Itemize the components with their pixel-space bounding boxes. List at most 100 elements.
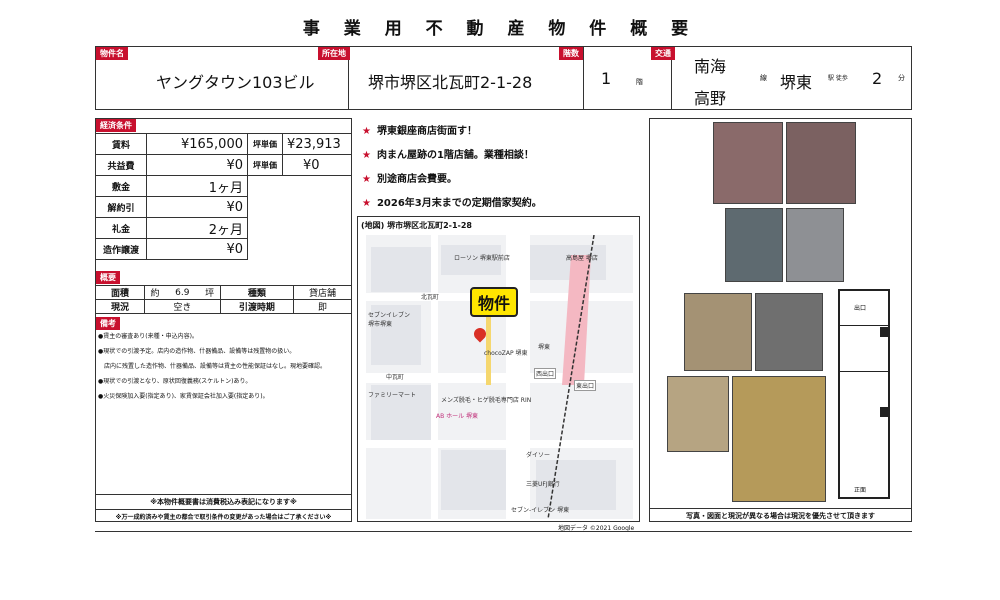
type-value: 貸店舗 xyxy=(292,285,353,300)
tsubo-label-1: 坪単価 xyxy=(247,133,283,155)
highlight-item: ★ 2026年3月末までの定期借家契約。 xyxy=(362,198,542,209)
map-place-label: 中瓦町 xyxy=(386,374,405,381)
area-prefix: 約 xyxy=(144,285,165,300)
star-icon: ★ xyxy=(362,198,371,209)
plan-wall xyxy=(840,325,888,326)
front-label: 正面 xyxy=(854,487,867,494)
area-unit: 坪 xyxy=(199,285,221,300)
walk-minutes: 2 xyxy=(872,69,883,88)
area-value: 6.9 xyxy=(165,285,200,300)
overview-section-label: 概要 xyxy=(96,271,120,284)
divider xyxy=(96,494,351,495)
highlights-list: ★ 堺東銀座商店街面す！ ★ 肉まん屋跡の1階店舗。業種相談！ ★ 別途商店会費要。 … xyxy=(362,122,642,218)
status-value: 空き xyxy=(144,299,221,314)
arcade-photo xyxy=(732,376,826,502)
map-place-label: セブン-イレブン 堺東 xyxy=(511,507,570,514)
tsubo-label-2: 坪単価 xyxy=(247,154,283,176)
map-place-label: 高島屋 堺店 xyxy=(566,255,598,262)
handover-value: 即 xyxy=(292,299,353,314)
star-icon: ★ xyxy=(362,174,371,185)
deposit-label: 敷金 xyxy=(95,175,147,197)
property-name-label: 物件名 xyxy=(96,47,128,60)
map-place-label: ダイソー xyxy=(526,452,551,459)
minute-unit: 分 xyxy=(898,74,905,82)
map-panel: (地図) 堺市堺区北瓦町2-1-28 ローソン 堺東駅前店 高島屋 堺店 北瓦町… xyxy=(357,216,640,522)
station-unit: 駅 徒歩 xyxy=(828,75,848,82)
map-place-label: ファミリーマート xyxy=(368,392,417,399)
rent-label: 賃料 xyxy=(95,133,147,155)
property-marker-callout[interactable]: 物件 xyxy=(470,287,519,317)
line-name-2: 高野 xyxy=(694,89,727,108)
divider xyxy=(650,508,911,509)
fixture-transfer-value: ¥0 xyxy=(146,238,248,260)
floor-unit: 階 xyxy=(636,78,643,86)
photos-caption: 写真・図面と現況が異なる場合は現況を優先させて頂きます xyxy=(686,512,875,520)
change-note: ※万一成約済みや賃主の都合で取引条件の変更があった場合はご了承ください※ xyxy=(115,514,332,521)
deposit-value: 1ヶ月 xyxy=(146,175,248,197)
floor-label: 階数 xyxy=(559,47,583,60)
remark-line: ●賃主の審査あり(来種・申込内容)。 xyxy=(98,333,198,340)
common-fee-value: ¥0 xyxy=(146,154,248,176)
map-place-label: 堺東 xyxy=(538,344,551,351)
map-place-label: AB ホール 堺東 xyxy=(436,413,479,420)
entrance-label: 出口 xyxy=(854,305,867,312)
divider xyxy=(583,47,584,109)
map-place-label: 三菱UFJ銀行 xyxy=(526,481,560,488)
map-graphic xyxy=(366,235,633,519)
key-money-label: 礼金 xyxy=(95,217,147,239)
highlight-item: ★ 堺東銀座商店街面す！ xyxy=(362,126,477,137)
star-icon: ★ xyxy=(362,150,371,161)
remark-line: ●現状での引渡となり、原状回復義務(スケルトン)あり。 xyxy=(98,378,252,385)
handover-label: 引渡時期 xyxy=(219,299,294,314)
common-fee-label: 共益費 xyxy=(95,154,147,176)
remark-line: 店内に残置した造作物、什器備品、設備等は賃主の性能保証はなし。現地要確認。 xyxy=(98,363,327,370)
interior-photo xyxy=(725,208,783,282)
map-image[interactable]: ローソン 堺東駅前店 高島屋 堺店 北瓦町 セブンイレブン 堺市堺東 choco… xyxy=(366,235,633,519)
map-place-label: 東出口 xyxy=(574,380,597,391)
map-place-label: ローソン 堺東駅前店 xyxy=(454,255,510,262)
tsubo-value-2: ¥0 xyxy=(282,154,352,176)
interior-photo xyxy=(667,376,729,452)
interior-photo xyxy=(755,293,823,371)
highlight-item: ★ 肉まん屋跡の1階店舗。業種相談！ xyxy=(362,150,534,161)
transport-label: 交通 xyxy=(651,47,675,60)
storefront-photo xyxy=(713,122,783,204)
conditions-table: 賃料 ¥165,000 坪単価 ¥23,913 共益費 ¥0 坪単価 ¥0 敷金… xyxy=(95,133,352,260)
plan-column xyxy=(880,327,888,337)
remark-line: ●火災保険加入要(指定あり)、家賃保証会社加入要(指定あり)。 xyxy=(98,393,269,400)
floor-plan: 出口 正面 xyxy=(838,289,890,499)
plan-wall xyxy=(840,371,888,372)
fixture-transfer-label: 造作譲渡 xyxy=(95,238,147,260)
tsubo-value-1: ¥23,913 xyxy=(282,133,352,155)
area-label: 面積 xyxy=(95,285,145,300)
rent-value: ¥165,000 xyxy=(146,133,248,155)
location-value: 堺市堺区北瓦町2-1-28 xyxy=(368,73,533,92)
location-label: 所在地 xyxy=(318,47,350,60)
star-icon: ★ xyxy=(362,126,371,137)
bottom-rule xyxy=(95,531,912,532)
storefront-photo xyxy=(786,122,856,204)
interior-photo xyxy=(684,293,752,371)
cancellation-value: ¥0 xyxy=(146,196,248,218)
divider xyxy=(96,509,351,510)
header-row: 物件名 ヤングタウン103ビル 所在地 堺市堺区北瓦町2-1-28 階数 1 階… xyxy=(95,46,912,110)
station-name: 堺東 xyxy=(780,73,813,92)
page-title: 事 業 用 不 動 産 物 件 概 要 xyxy=(302,19,698,39)
plan-column xyxy=(880,407,888,417)
map-place-label: chocoZAP 堺東 xyxy=(484,350,528,357)
type-label: 種類 xyxy=(219,285,294,300)
property-name: ヤングタウン103ビル xyxy=(156,73,315,92)
remarks-list: ●賃主の審査あり(来種・申込内容)。 ●現状での引渡予定。店内の造作物、什器備品… xyxy=(98,329,348,404)
map-place-label: メンズ脱毛・ヒゲ脱毛専門店 RIN xyxy=(441,397,532,404)
map-place-label: セブンイレブン 堺市堺東 xyxy=(368,312,411,328)
photos-panel: 出口 正面 写真・図面と現況が異なる場合は現況を優先させて頂きます xyxy=(649,118,912,522)
left-panel: 経済条件 賃料 ¥165,000 坪単価 ¥23,913 共益費 ¥0 坪単価 … xyxy=(95,118,353,522)
status-label: 現況 xyxy=(95,299,145,314)
map-place-label: 北瓦町 xyxy=(421,294,440,301)
floor-value: 1 xyxy=(601,69,612,88)
line-name-1: 南海 xyxy=(694,57,727,76)
overview-table: 面積 約 6.9 坪 種類 貸店舗 現況 空き 引渡時期 即 xyxy=(95,285,353,314)
interior-photo xyxy=(786,208,844,282)
key-money-value: 2ヶ月 xyxy=(146,217,248,239)
conditions-section-label: 経済条件 xyxy=(96,119,136,132)
